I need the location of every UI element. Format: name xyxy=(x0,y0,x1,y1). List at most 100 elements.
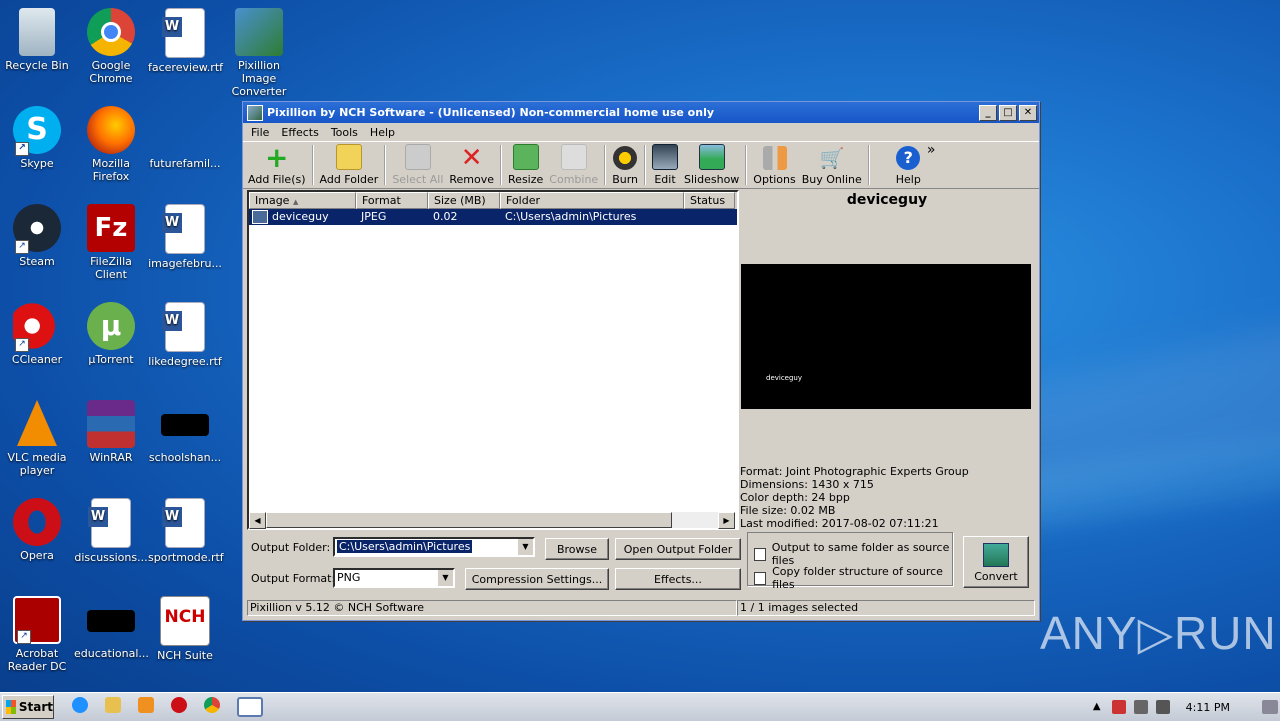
convert-icon xyxy=(983,543,1009,567)
menu-effects[interactable]: Effects xyxy=(275,126,324,139)
menu-file[interactable]: File xyxy=(245,126,275,139)
desktop-icon-steam[interactable]: ↗ Steam xyxy=(0,204,74,268)
add-folder-button[interactable]: Add Folder xyxy=(317,142,382,188)
column-header-status[interactable]: Status xyxy=(684,192,735,209)
table-row[interactable]: deviceguy JPEG 0.02 C:\Users\admin\Pictu… xyxy=(249,209,737,225)
scrollbar-thumb[interactable] xyxy=(266,512,672,528)
help-button[interactable]: ? Help xyxy=(893,142,924,188)
convert-button[interactable]: Convert xyxy=(963,536,1029,588)
chevron-down-icon[interactable]: ▼ xyxy=(437,570,453,586)
desktop-icon-vlc[interactable]: VLC media player xyxy=(0,400,74,477)
info-format: Format: Joint Photographic Experts Group xyxy=(740,465,969,478)
internet-explorer-icon[interactable] xyxy=(72,697,88,713)
browse-button[interactable]: Browse xyxy=(545,538,609,560)
output-folder-combo[interactable]: C:\Users\admin\Pictures ▼ xyxy=(333,537,535,557)
desktop-icon-educational[interactable]: educational... xyxy=(74,596,149,660)
desktop-icon-imagefebruary[interactable]: imagefebru... xyxy=(148,204,222,270)
same-folder-checkbox[interactable]: Output to same folder as source files xyxy=(754,541,952,567)
column-header-format[interactable]: Format xyxy=(356,192,428,209)
checkbox-unchecked[interactable] xyxy=(754,571,767,585)
desktop-icon-label: WinRAR xyxy=(89,451,133,464)
winrar-icon xyxy=(87,400,135,448)
word-document-icon xyxy=(162,8,205,58)
desktop-icon-opera[interactable]: Opera xyxy=(0,498,74,562)
status-bar: Pixillion v 5.12 © NCH Software 1 / 1 im… xyxy=(247,600,1035,616)
toolbar-separator xyxy=(384,145,387,185)
cell-image-name: deviceguy xyxy=(272,210,329,223)
opera-taskbar-icon[interactable] xyxy=(171,697,187,713)
burn-button[interactable]: Burn xyxy=(609,142,641,188)
output-format-label: Output Format: xyxy=(251,572,336,585)
action-center-icon[interactable] xyxy=(1111,700,1126,714)
copy-structure-checkbox[interactable]: Copy folder structure of source files xyxy=(754,565,952,591)
column-header-folder[interactable]: Folder xyxy=(500,192,684,209)
steam-icon: ↗ xyxy=(13,204,61,254)
desktop-icon-chrome[interactable]: Google Chrome xyxy=(74,8,148,85)
column-header-image[interactable]: Image ▲ xyxy=(249,192,356,209)
desktop-icon-discussions[interactable]: discussions... xyxy=(74,498,148,564)
file-explorer-icon[interactable] xyxy=(105,697,121,713)
show-hidden-icons-icon[interactable]: ▲ xyxy=(1090,700,1104,714)
volume-icon[interactable] xyxy=(1155,700,1170,714)
toolbar-overflow-button[interactable]: » xyxy=(924,138,939,188)
edit-button[interactable]: Edit xyxy=(649,142,681,188)
chevron-down-icon[interactable]: ▼ xyxy=(517,539,533,555)
checkbox-unchecked[interactable] xyxy=(754,547,766,561)
horizontal-scrollbar[interactable]: ◀ ▶ xyxy=(249,512,735,529)
column-header-size[interactable]: Size (MB) xyxy=(428,192,500,209)
select-all-button[interactable]: Select All xyxy=(389,142,446,188)
output-format-select[interactable]: PNG ▼ xyxy=(333,568,455,588)
desktop-icon-recycle-bin[interactable]: Recycle Bin xyxy=(0,8,74,72)
toolbar-separator xyxy=(604,145,607,185)
desktop-icon-acrobat[interactable]: ↗ Acrobat Reader DC xyxy=(0,596,74,673)
minimize-button[interactable]: _ xyxy=(979,104,997,121)
desktop-icon-skype[interactable]: S ↗ Skype xyxy=(0,106,74,170)
compression-settings-button[interactable]: Compression Settings... xyxy=(465,568,609,590)
close-button[interactable]: ✕ xyxy=(1019,104,1037,121)
add-files-button[interactable]: + Add File(s) xyxy=(245,142,309,188)
title-bar[interactable]: Pixillion by NCH Software - (Unlicensed)… xyxy=(243,102,1039,123)
combine-button[interactable]: Combine xyxy=(546,142,601,188)
effects-button[interactable]: Effects... xyxy=(615,568,741,590)
show-desktop-icon[interactable] xyxy=(1262,700,1278,714)
desktop-icon-utorrent[interactable]: µ µTorrent xyxy=(74,302,148,366)
resize-button[interactable]: Resize xyxy=(505,142,546,188)
open-output-folder-button[interactable]: Open Output Folder xyxy=(615,538,741,560)
desktop-icon-filezilla[interactable]: Fz FileZilla Client xyxy=(74,204,148,281)
image-list[interactable]: Image ▲ Format Size (MB) Folder Status d… xyxy=(247,190,739,530)
desktop-icon-label: educational... xyxy=(74,647,149,660)
desktop-icon-nch-suite[interactable]: NCH NCH Suite xyxy=(148,596,222,662)
windows-flag-icon xyxy=(6,700,16,714)
menu-bar: File Effects Tools Help xyxy=(243,123,1039,141)
desktop-icon-schoolshan[interactable]: schoolshan... xyxy=(148,400,222,464)
desktop-icon-winrar[interactable]: WinRAR xyxy=(74,400,148,464)
menu-help[interactable]: Help xyxy=(364,126,401,139)
menu-tools[interactable]: Tools xyxy=(325,126,364,139)
scroll-left-icon[interactable]: ◀ xyxy=(249,512,266,529)
start-button[interactable]: Start xyxy=(2,695,54,719)
remove-icon: ✕ xyxy=(460,143,483,173)
desktop-icon-label: Google Chrome xyxy=(89,59,133,85)
slideshow-button[interactable]: Slideshow xyxy=(681,142,742,188)
desktop-icon-likedegree[interactable]: likedegree.rtf xyxy=(148,302,222,368)
desktop-icon-futurefamily[interactable]: futurefamil... xyxy=(148,106,222,170)
maximize-button[interactable]: □ xyxy=(999,104,1017,121)
desktop-icon-pixillion[interactable]: Pixillion Image Converter xyxy=(222,8,296,98)
word-document-icon xyxy=(162,498,205,548)
network-icon[interactable] xyxy=(1133,700,1148,714)
remove-button[interactable]: ✕ Remove xyxy=(446,142,497,188)
desktop-icon-facereview[interactable]: facereview.rtf xyxy=(148,8,223,74)
desktop-icon-firefox[interactable]: Mozilla Firefox xyxy=(74,106,148,183)
output-folder-label: Output Folder: xyxy=(251,541,331,554)
chrome-taskbar-icon[interactable] xyxy=(204,697,220,713)
scrollbar-track[interactable] xyxy=(672,512,718,528)
scroll-right-icon[interactable]: ▶ xyxy=(718,512,735,529)
media-player-icon[interactable] xyxy=(138,697,154,713)
clock[interactable]: 4:11 PM xyxy=(1186,701,1230,714)
desktop-icon-ccleaner[interactable]: ↗ CCleaner xyxy=(0,302,74,366)
desktop-icon-sportmode[interactable]: sportmode.rtf xyxy=(148,498,224,564)
pixillion-taskbar-icon[interactable] xyxy=(237,697,263,717)
buy-online-button[interactable]: 🛒 Buy Online xyxy=(799,142,865,188)
options-button[interactable]: Options xyxy=(750,142,798,188)
desktop-icon-label: VLC media player xyxy=(7,451,67,477)
